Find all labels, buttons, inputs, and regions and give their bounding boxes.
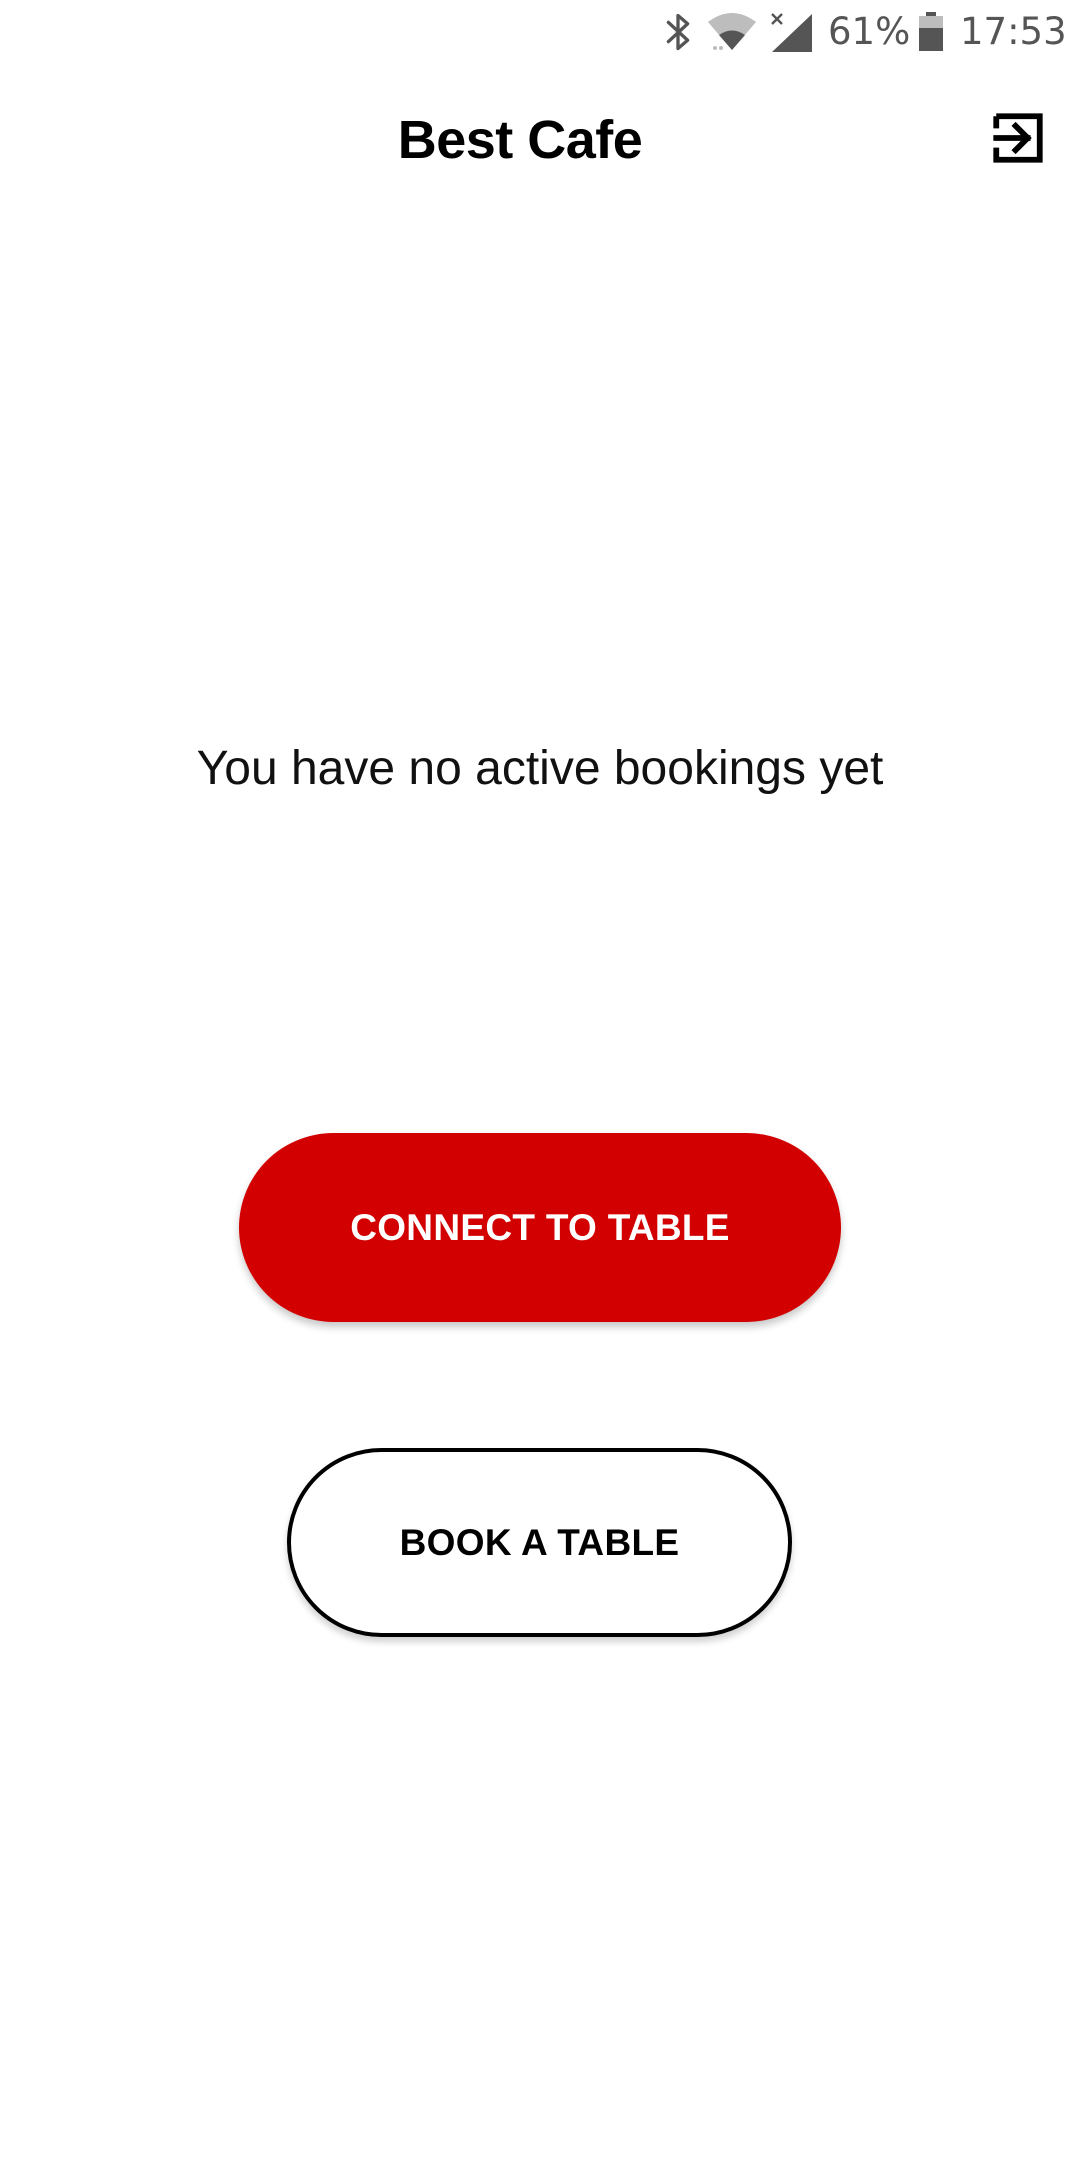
page-title: Best Cafe [397,110,643,170]
battery-percent: 61% [828,10,911,53]
book-a-table-label: BOOK A TABLE [399,1521,680,1563]
empty-bookings-message: You have no active bookings yet [196,742,884,795]
cell-signal-icon [771,13,812,52]
wifi-icon [708,13,756,50]
connect-to-table-button[interactable]: CONNECT TO TABLE [239,1133,841,1322]
connect-to-table-label: CONNECT TO TABLE [350,1206,730,1248]
book-a-table-button[interactable]: BOOK A TABLE [287,1448,792,1637]
logout-icon [993,113,1043,163]
status-bar: 61% 17:53 [0,0,1080,64]
bluetooth-icon [666,13,690,51]
status-clock: 17:53 [960,10,1067,53]
logout-button[interactable] [982,102,1054,174]
battery-icon [919,12,943,51]
